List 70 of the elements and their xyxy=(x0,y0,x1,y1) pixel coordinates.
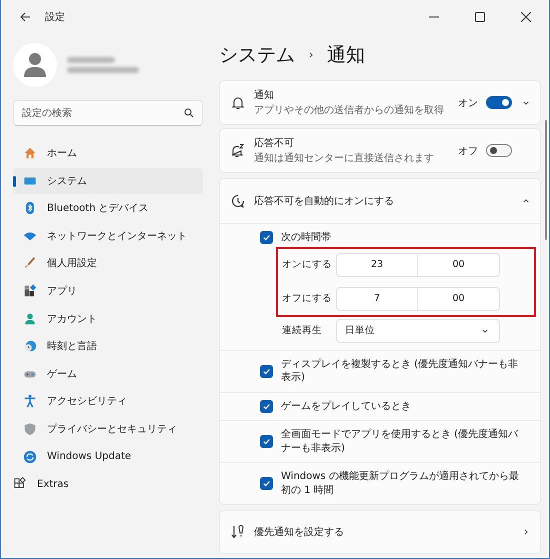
scrollbar[interactable] xyxy=(545,120,547,240)
clock-icon xyxy=(230,193,246,209)
checkmark-icon xyxy=(262,479,271,488)
checkbox-label: ディスプレイを複製するとき (優先度通知バナーも非表示) xyxy=(281,358,520,384)
time-picker[interactable]: 23 00 xyxy=(336,252,500,276)
checkmark-icon xyxy=(262,233,271,242)
checkmark-icon xyxy=(262,402,271,411)
nav-item[interactable]: システム xyxy=(13,168,203,194)
nav-item[interactable]: アプリ xyxy=(13,278,203,304)
nav-item[interactable]: 時刻と言語 xyxy=(13,333,203,360)
checkbox[interactable] xyxy=(260,435,273,448)
checkbox[interactable] xyxy=(260,477,273,490)
apps-icon xyxy=(23,284,37,298)
snooze-bell-icon xyxy=(230,142,246,158)
breadcrumb-parent[interactable]: システム xyxy=(219,42,295,68)
expander-header[interactable]: 応答不可を自動的にオンにする xyxy=(220,179,540,223)
arrow-left-icon xyxy=(19,11,31,23)
checkbox-label: 全画面モードでアプリを使用するとき (優先度通知バナーも非表示) xyxy=(281,428,520,455)
globe-clock-icon xyxy=(23,339,37,354)
nav-item[interactable]: ゲーム xyxy=(13,360,203,387)
checkbox[interactable] xyxy=(260,364,273,378)
setting-title: 優先通知を設定する xyxy=(254,526,345,539)
setting-description: アプリやその他の送信者からの通知を取得 xyxy=(254,104,445,117)
repeat-dropdown[interactable]: 日単位 xyxy=(336,318,500,342)
checkbox-label: 次の時間帯 xyxy=(281,231,331,244)
checkbox-label: Windows の機能更新プログラムが適用されてから最初の 1 時間 xyxy=(281,470,520,497)
checkmark-icon xyxy=(262,366,271,376)
setting-title: 通知 xyxy=(254,88,275,102)
blurred-name xyxy=(67,57,115,63)
maximize-icon xyxy=(475,12,485,22)
close-icon xyxy=(521,12,531,22)
nav-item[interactable]: ホーム xyxy=(13,140,203,166)
setting-card[interactable]: 優先通知を設定する xyxy=(219,510,541,554)
nav-item[interactable]: アクセシビリティ xyxy=(13,388,203,414)
update-icon xyxy=(23,450,37,464)
priority-icon xyxy=(230,524,246,540)
nav-item[interactable]: Bluetooth とデバイス xyxy=(13,195,203,222)
checkmark-icon xyxy=(262,437,271,446)
setting-description: 通知は通知センターに直接送信されます xyxy=(254,152,435,165)
nav-item[interactable]: プライバシーとセキュリティ xyxy=(13,416,203,442)
nav-item[interactable]: 個人用設定 xyxy=(13,250,203,276)
time-picker[interactable]: 7 00 xyxy=(336,286,500,310)
nav-item[interactable]: アカウント xyxy=(13,306,203,332)
person-icon xyxy=(23,312,37,326)
accessibility-icon xyxy=(23,394,37,408)
checkbox-label: ゲームをプレイしているとき xyxy=(281,400,411,413)
checkbox[interactable] xyxy=(260,400,273,413)
nav-item[interactable]: ネットワークとインターネット xyxy=(13,222,203,249)
toggle-switch[interactable] xyxy=(486,144,512,157)
toggle-switch[interactable] xyxy=(486,96,512,109)
nav-item[interactable]: Windows Update xyxy=(13,444,203,470)
nav-item[interactable]: Extras xyxy=(13,471,203,498)
repeat-label: 連続再生 xyxy=(282,324,323,337)
house-icon xyxy=(23,146,37,160)
setting-title: 応答不可を自動的にオンにする xyxy=(254,194,395,208)
setting-title: 応答不可 xyxy=(254,136,295,150)
shield-icon xyxy=(23,422,37,436)
search-icon xyxy=(184,108,194,118)
brush-icon xyxy=(23,256,37,270)
avatar xyxy=(13,43,57,87)
blurred-email xyxy=(67,67,139,73)
toggle-state-label: オフ xyxy=(458,144,478,158)
window-title: 設定 xyxy=(45,10,66,24)
page-title: 通知 xyxy=(327,43,365,68)
bell-icon xyxy=(230,94,246,110)
checkbox[interactable] xyxy=(260,231,273,244)
time-label: オフにする xyxy=(282,292,333,305)
time-label: オンにする xyxy=(282,258,333,271)
toggle-state-label: オン xyxy=(458,96,478,110)
bluetooth-icon xyxy=(23,201,37,216)
